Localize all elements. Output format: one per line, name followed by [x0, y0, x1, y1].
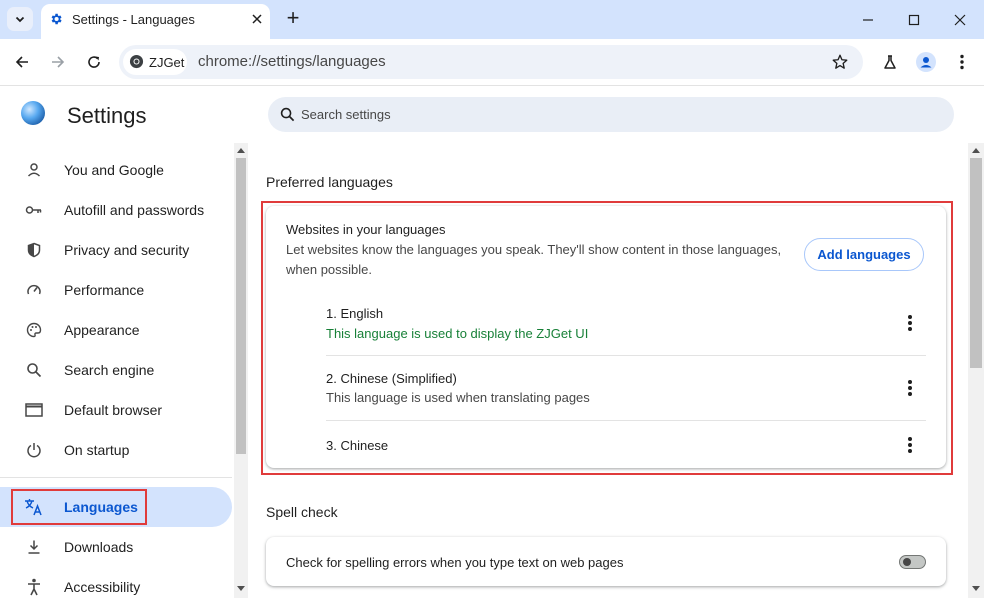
page-title: Settings	[67, 103, 147, 128]
arrow-right-icon	[52, 56, 65, 68]
new-tab-button[interactable]: +	[284, 7, 302, 29]
chevron-down-icon	[15, 16, 25, 23]
minimize-icon	[863, 19, 873, 21]
sidebar-item-label: You and Google	[64, 162, 164, 178]
scroll-up-arrow-icon[interactable]	[972, 148, 980, 153]
minimize-button[interactable]	[845, 7, 891, 33]
reload-button[interactable]	[80, 48, 108, 76]
speedometer-icon	[24, 280, 44, 300]
search-icon	[280, 107, 295, 122]
sidebar-item-label: Default browser	[64, 402, 163, 418]
sidebar-item-label: Privacy and security	[64, 242, 190, 258]
spell-check-label: Check for spelling errors when you type …	[286, 555, 624, 570]
sidebar-item-label: On startup	[64, 442, 130, 458]
sidebar-item-downloads[interactable]: Downloads	[0, 527, 232, 567]
sidebar-item-label: Search engine	[64, 362, 155, 378]
sidebar-item-accessibility[interactable]: Accessibility	[0, 567, 232, 607]
url-text[interactable]: chrome://settings/languages	[198, 53, 386, 70]
avatar-icon	[916, 52, 936, 72]
sidebar-item-performance[interactable]: Performance	[0, 270, 232, 310]
close-icon	[954, 14, 966, 26]
highlight-box-preferred-languages	[261, 201, 953, 475]
forward-button[interactable]	[44, 48, 72, 76]
sidebar-item-search-engine[interactable]: Search engine	[0, 350, 232, 390]
scroll-down-arrow-icon[interactable]	[972, 586, 980, 591]
palette-icon	[24, 320, 44, 340]
main-scroll-thumb[interactable]	[970, 158, 982, 368]
settings-logo-icon	[21, 101, 45, 125]
reload-icon	[88, 56, 100, 68]
sidebar-item-label: Accessibility	[64, 579, 141, 595]
maximize-button[interactable]	[891, 7, 937, 33]
scroll-down-arrow-icon[interactable]	[237, 586, 245, 591]
search-icon	[24, 360, 44, 380]
arrow-left-icon	[15, 56, 28, 68]
scroll-up-arrow-icon[interactable]	[237, 148, 245, 153]
key-icon	[24, 200, 44, 220]
sidebar-scroll-thumb[interactable]	[236, 158, 246, 454]
sidebar-item-on-startup[interactable]: On startup	[0, 430, 232, 470]
close-window-button[interactable]	[937, 7, 983, 33]
sidebar-item-privacy[interactable]: Privacy and security	[0, 230, 232, 270]
flask-icon	[884, 55, 896, 69]
back-button[interactable]	[8, 48, 36, 76]
star-icon	[832, 54, 848, 69]
preferred-languages-heading: Preferred languages	[266, 174, 393, 190]
person-icon	[24, 160, 44, 180]
bookmark-button[interactable]	[826, 48, 854, 76]
menu-button[interactable]	[948, 48, 976, 76]
sidebar-item-label: Autofill and passwords	[64, 202, 205, 218]
search-placeholder: Search settings	[301, 107, 391, 122]
tab-title: Settings - Languages	[72, 12, 195, 27]
browser-window-icon	[24, 400, 44, 420]
accessibility-icon	[24, 577, 44, 597]
labs-button[interactable]	[876, 48, 904, 76]
sidebar-item-label: Performance	[64, 282, 145, 298]
sidebar-item-appearance[interactable]: Appearance	[0, 310, 232, 350]
sidebar-item-label: Appearance	[64, 322, 140, 338]
sidebar-divider	[0, 477, 232, 478]
chrome-icon	[129, 54, 144, 69]
download-icon	[24, 537, 44, 557]
sidebar-item-label: Downloads	[64, 539, 134, 555]
maximize-icon	[908, 14, 920, 26]
sidebar-item-you-and-google[interactable]: You and Google	[0, 150, 232, 190]
site-chip-label: ZJGet	[149, 55, 185, 70]
spell-check-toggle-knob	[903, 558, 911, 566]
profile-button[interactable]	[912, 48, 940, 76]
power-icon	[24, 440, 44, 460]
close-tab-icon[interactable]	[251, 13, 263, 25]
vertical-dots-icon	[960, 54, 964, 70]
tab-search-button[interactable]	[7, 7, 33, 31]
sidebar-item-autofill[interactable]: Autofill and passwords	[0, 190, 232, 230]
spell-check-heading: Spell check	[266, 504, 338, 520]
shield-icon	[24, 240, 44, 260]
gear-icon	[51, 13, 62, 25]
highlight-box-languages-nav	[11, 489, 147, 525]
sidebar-item-default-browser[interactable]: Default browser	[0, 390, 232, 430]
